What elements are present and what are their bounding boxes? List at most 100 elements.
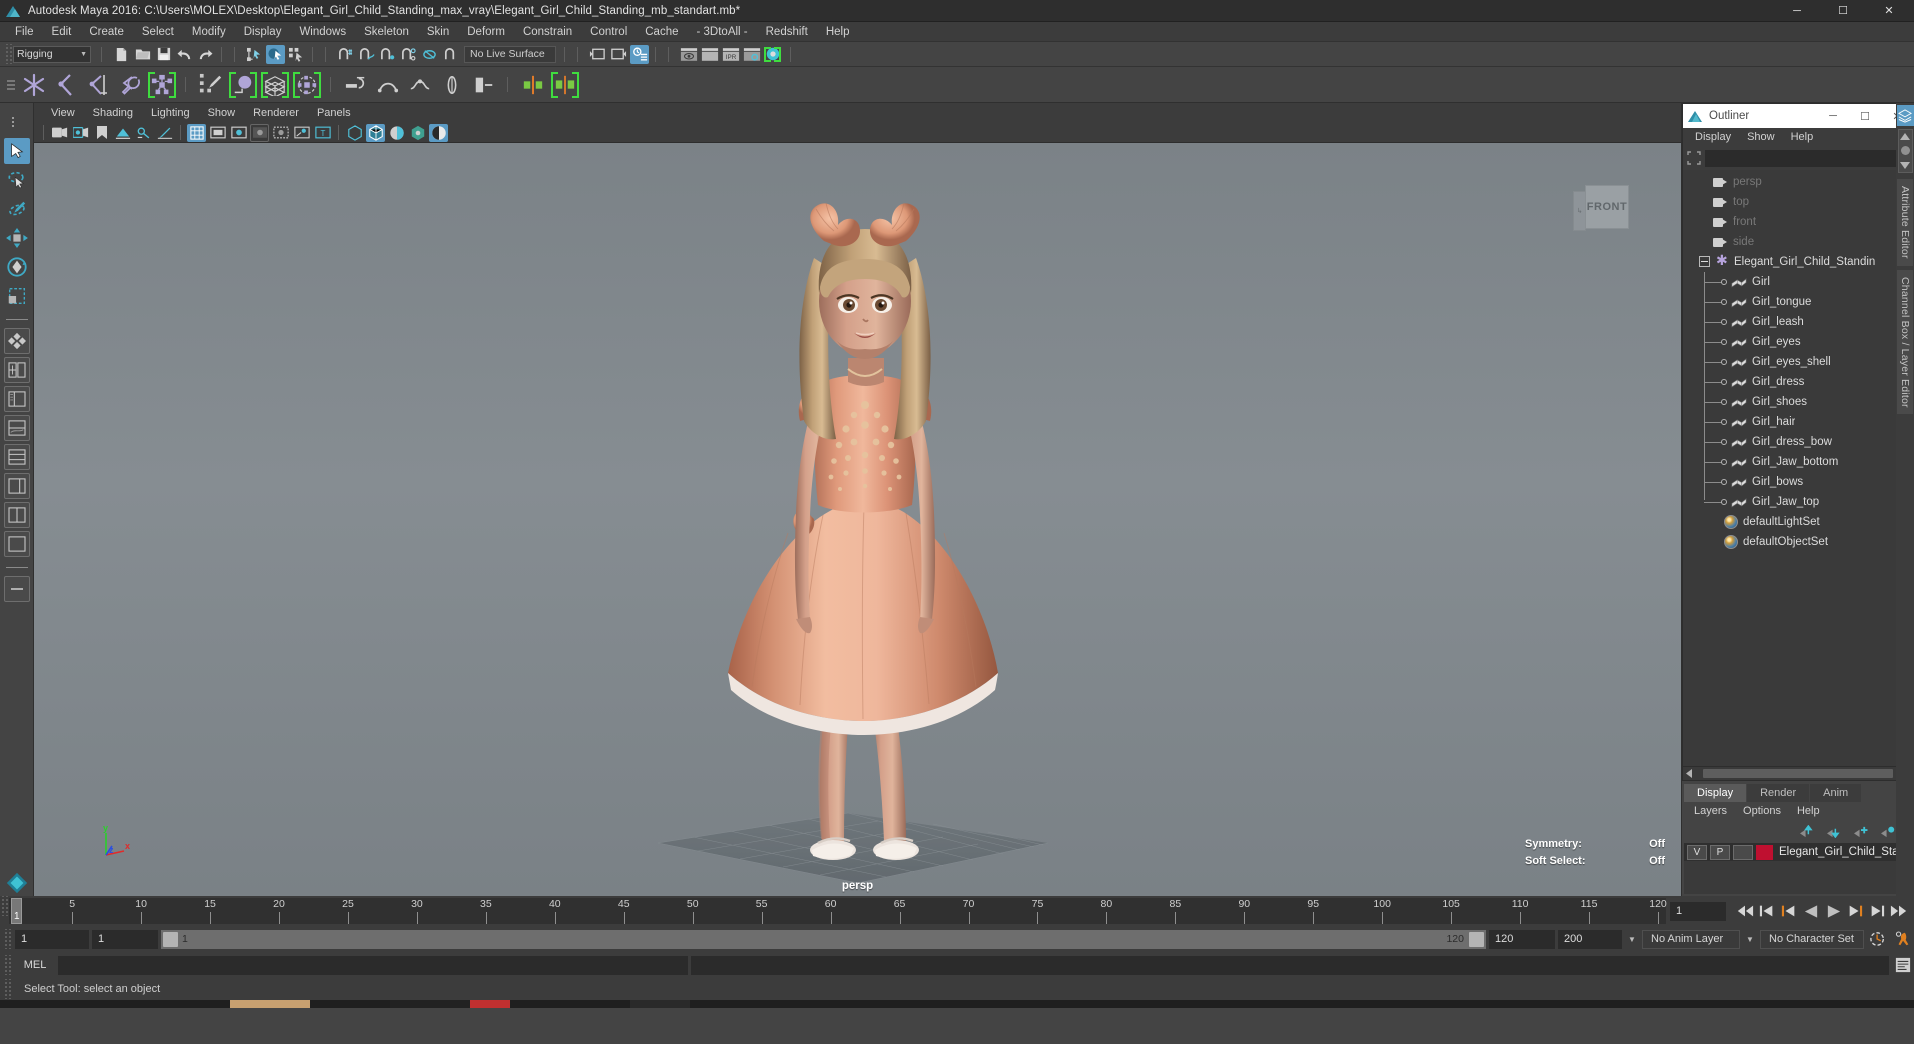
rangeslider-grip[interactable] xyxy=(3,929,12,949)
menu-windows[interactable]: Windows xyxy=(290,24,355,40)
layer-row[interactable]: V P Elegant_Girl_Child_Sta xyxy=(1684,843,1912,861)
more-layouts-icon[interactable] xyxy=(3,576,30,602)
character-set-field[interactable]: No Character Set xyxy=(1760,929,1864,949)
shadows-icon[interactable] xyxy=(429,123,448,142)
menu-constrain[interactable]: Constrain xyxy=(514,24,581,40)
character-model[interactable] xyxy=(648,143,1068,896)
mirror-skin-weights-icon[interactable] xyxy=(518,70,548,100)
panel-menu-shading[interactable]: Shading xyxy=(84,105,142,121)
outliner-menu-display[interactable]: Display xyxy=(1687,130,1739,144)
outliner-item-mesh[interactable]: Girl_tongue xyxy=(1683,292,1913,312)
select-camera-icon[interactable] xyxy=(50,124,69,142)
grease-pencil-icon[interactable] xyxy=(155,124,174,142)
tab-render[interactable]: Render xyxy=(1747,784,1810,802)
menu-skin[interactable]: Skin xyxy=(418,24,458,40)
outliner-maximize-button[interactable]: ☐ xyxy=(1849,104,1881,128)
range-slider-left-handle[interactable] xyxy=(163,931,178,947)
layer-list[interactable]: V P Elegant_Girl_Child_Sta xyxy=(1684,843,1912,894)
tab-display[interactable]: Display xyxy=(1684,784,1747,802)
layer-color-swatch[interactable] xyxy=(1756,844,1773,860)
outliner-item-default-object-set[interactable]: defaultObjectSet xyxy=(1683,532,1913,552)
go-to-start-button[interactable] xyxy=(1734,900,1756,922)
sculpt-deformer-icon[interactable] xyxy=(469,70,499,100)
outliner-item-side[interactable]: side xyxy=(1683,232,1913,252)
redo-icon[interactable] xyxy=(196,45,215,64)
texture-toggle-icon[interactable]: T xyxy=(313,124,332,142)
edit-blend-shape-icon[interactable] xyxy=(373,70,403,100)
film-gate-icon[interactable] xyxy=(208,124,227,142)
move-layer-down-icon[interactable] xyxy=(1825,825,1842,838)
anim-layer-field[interactable]: No Anim Layer xyxy=(1642,929,1740,949)
anim-end-time-field[interactable]: 200 xyxy=(1558,929,1622,949)
ipr-render-icon[interactable]: IPR xyxy=(721,45,740,64)
menu-cache[interactable]: Cache xyxy=(636,24,687,40)
single-pane-layout-icon[interactable] xyxy=(3,531,30,557)
layer-menu-help[interactable]: Help xyxy=(1789,804,1828,818)
range-slider[interactable]: 1 120 xyxy=(161,929,1486,949)
menu-create[interactable]: Create xyxy=(80,24,133,40)
commandline-grip[interactable] xyxy=(3,955,12,975)
camera-attributes-icon[interactable] xyxy=(71,124,90,142)
bookmark-icon[interactable] xyxy=(92,124,111,142)
outliner-item-mesh[interactable]: Girl_shoes xyxy=(1683,392,1913,412)
tab-attribute-editor[interactable]: Attribute Editor xyxy=(1897,179,1913,266)
go-to-end-button[interactable] xyxy=(1888,900,1910,922)
create-ik-handle-icon[interactable] xyxy=(51,70,81,100)
blend-shape-icon[interactable] xyxy=(341,70,371,100)
menu-control[interactable]: Control xyxy=(581,24,636,40)
view-cube[interactable]: ↳ FRONT xyxy=(1573,181,1629,235)
panel-menu-show[interactable]: Show xyxy=(199,105,245,121)
menu-select[interactable]: Select xyxy=(133,24,183,40)
create-control-rig-icon[interactable] xyxy=(147,70,177,100)
tab-channel-box-layer-editor[interactable]: Channel Box / Layer Editor xyxy=(1897,269,1913,415)
close-button[interactable]: ✕ xyxy=(1866,0,1912,22)
outliner-item-mesh[interactable]: Girl_dress xyxy=(1683,372,1913,392)
two-pane-layout-icon[interactable] xyxy=(3,502,30,528)
collapse-expander-icon[interactable] xyxy=(1699,256,1710,267)
snap-to-live-icon[interactable] xyxy=(441,45,460,64)
outliner-item-persp[interactable]: persp xyxy=(1683,172,1913,192)
undo-icon[interactable] xyxy=(175,45,194,64)
persp-outliner-layout-icon[interactable] xyxy=(3,386,30,412)
anim-layer-dropdown-arrow-icon[interactable]: ▼ xyxy=(1625,930,1639,949)
create-deformer-icon[interactable] xyxy=(228,70,258,100)
outliner-minimize-button[interactable]: ─ xyxy=(1817,104,1849,128)
add-layer-icon[interactable] xyxy=(1852,825,1869,838)
step-back-key-button[interactable] xyxy=(1756,900,1778,922)
time-slider[interactable]: 1 5 10 15 20 25 30 35 40 45 50 55 60 65 70 75 80 85 90 95 1… xyxy=(9,898,1667,924)
select-by-component-type-icon[interactable] xyxy=(287,45,306,64)
smooth-shading-icon[interactable] xyxy=(366,123,385,142)
range-slider-right-handle[interactable] xyxy=(1469,931,1484,947)
time-cursor[interactable]: 1 xyxy=(11,898,22,924)
menu-redshift[interactable]: Redshift xyxy=(757,24,817,40)
auto-keyframe-toggle-icon[interactable] xyxy=(1867,928,1889,950)
lattice-deformer-icon[interactable] xyxy=(260,70,290,100)
menu-modify[interactable]: Modify xyxy=(183,24,235,40)
outliner-menu-show[interactable]: Show xyxy=(1739,130,1783,144)
outliner-item-mesh[interactable]: Girl xyxy=(1683,272,1913,292)
pick-filter-icon[interactable] xyxy=(1687,151,1701,165)
outliner-item-front[interactable]: front xyxy=(1683,212,1913,232)
outliner-item-mesh[interactable]: Girl_Jaw_bottom xyxy=(1683,452,1913,472)
panel-menu-view[interactable]: View xyxy=(42,105,84,121)
live-surface-field[interactable]: No Live Surface xyxy=(464,45,556,63)
outliner-item-mesh[interactable]: Girl_Jaw_top xyxy=(1683,492,1913,512)
command-input[interactable] xyxy=(58,955,688,975)
snap-to-curve-icon[interactable] xyxy=(357,45,376,64)
use-all-lights-icon[interactable] xyxy=(408,124,427,142)
menu-deform[interactable]: Deform xyxy=(458,24,514,40)
helpline-grip[interactable] xyxy=(3,979,12,999)
menu-display[interactable]: Display xyxy=(235,24,291,40)
current-frame-field[interactable]: 1 xyxy=(1670,901,1726,921)
outliner-item-mesh[interactable]: Girl_eyes_shell xyxy=(1683,352,1913,372)
command-language-label[interactable]: MEL xyxy=(15,959,55,971)
character-set-dropdown-arrow-icon[interactable]: ▼ xyxy=(1743,930,1757,949)
layer-visibility-toggle[interactable]: V xyxy=(1687,844,1707,860)
snap-to-grid-icon[interactable] xyxy=(336,45,355,64)
outliner-item-root-group[interactable]: ✱ Elegant_Girl_Child_Standin xyxy=(1683,252,1913,272)
hypershade-icon[interactable] xyxy=(763,45,782,64)
xray-icon[interactable] xyxy=(271,124,290,142)
minimize-button[interactable]: ─ xyxy=(1774,0,1820,22)
layer-playback-toggle[interactable]: P xyxy=(1710,844,1730,860)
outliner-item-mesh[interactable]: Girl_eyes xyxy=(1683,332,1913,352)
